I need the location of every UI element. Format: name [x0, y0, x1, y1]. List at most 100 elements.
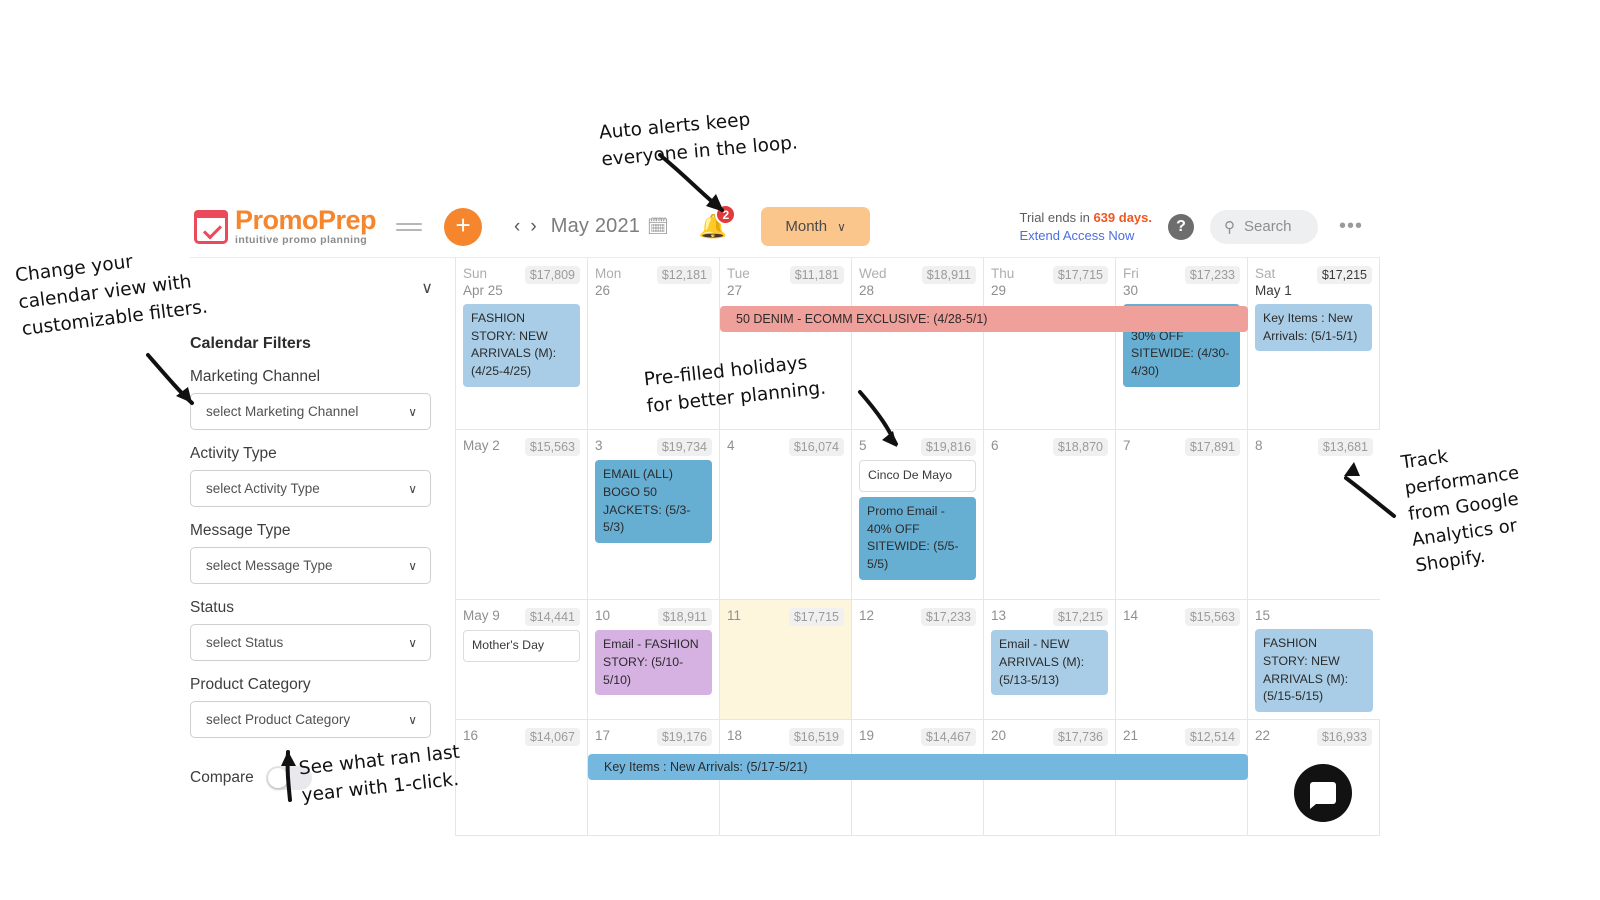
day-label-group: Sat May 1	[1255, 266, 1292, 300]
promo-event[interactable]: Promo Email - 40% OFF SITEWIDE: (5/5-5/5…	[859, 496, 976, 581]
day-header: Thu 29 $17,715	[991, 266, 1108, 300]
day-revenue-amount: $17,891	[1184, 438, 1240, 456]
search-input[interactable]: ⚲ Search	[1210, 209, 1318, 244]
promo-event[interactable]: FASHION STORY: NEW ARRIVALS (M): (4/25-4…	[463, 303, 580, 388]
holiday-event[interactable]: Cinco De Mayo	[859, 460, 976, 492]
calendar-day-cell[interactable]: 12 $17,233	[852, 600, 984, 719]
day-number: Apr 25	[463, 282, 503, 298]
day-label-group: Sun Apr 25	[463, 266, 503, 300]
day-revenue-amount: $18,870	[1052, 438, 1108, 456]
day-header: Fri 30 $17,233	[1123, 266, 1240, 300]
calendar-day-cell[interactable]: 4 $16,074	[720, 430, 852, 599]
status-select[interactable]: select Status ∨	[190, 624, 431, 661]
day-header: 22 $16,933	[1255, 728, 1372, 746]
activity-type-select[interactable]: select Activity Type ∨	[190, 470, 431, 507]
day-label-group: 22	[1255, 728, 1270, 745]
select-value: select Marketing Channel	[206, 404, 359, 419]
calendar-day-cell[interactable]: Fri30$17,233Promo Email - 30% OFF SITEWI…	[1116, 258, 1248, 429]
prev-month-icon[interactable]: ‹	[514, 216, 520, 238]
calendar-day-cell[interactable]: 13 $17,215 Email - NEW ARRIVALS (M): (5/13…	[984, 600, 1116, 719]
day-revenue-amount: $15,563	[1184, 608, 1240, 626]
hamburger-line	[396, 228, 423, 231]
day-revenue-amount: $19,734	[656, 438, 712, 456]
hamburger-line	[396, 222, 423, 225]
day-revenue-amount: $12,181	[656, 266, 712, 284]
calendar-day-cell[interactable]: 6 $18,870	[984, 430, 1116, 599]
marketing-channel-select[interactable]: select Marketing Channel ∨	[190, 393, 431, 430]
day-label-group: 17	[595, 728, 610, 745]
day-revenue-amount: $17,233	[920, 608, 976, 626]
promo-event[interactable]: Email - FASHION STORY: (5/10-5/10)	[595, 630, 712, 696]
calendar-day-cell[interactable]: 3 $19,734 EMAIL (ALL) BOGO 50 JACKETS: (5/…	[588, 430, 720, 599]
day-label-group: 19	[859, 728, 874, 745]
promo-event[interactable]: EMAIL (ALL) BOGO 50 JACKETS: (5/3-5/3)	[595, 460, 712, 544]
promo-event[interactable]: Email - NEW ARRIVALS (M): (5/13-5/13)	[991, 630, 1108, 696]
select-value: select Status	[206, 635, 284, 650]
select-value: select Message Type	[206, 558, 333, 573]
next-month-icon[interactable]: ›	[530, 216, 536, 238]
holiday-event[interactable]: Mother's Day	[463, 630, 580, 662]
calendar-day-cell[interactable]: 5 $19,816 Cinco De Mayo Promo Email - 40% O…	[852, 430, 984, 599]
day-label-group: 21	[1123, 728, 1138, 745]
calendar-day-cell[interactable]: May 9 $14,441 Mother's Day	[456, 600, 588, 719]
notifications-button[interactable]: 🔔 2	[699, 204, 737, 240]
more-options-icon[interactable]: •••	[1334, 210, 1368, 244]
collapse-sidebar-icon[interactable]: ∨	[421, 278, 433, 298]
filters-title: Calendar Filters	[190, 335, 311, 352]
calendar-picker-icon[interactable]: 🗓	[647, 217, 669, 237]
day-header: 15	[1255, 608, 1373, 625]
calendar-day-cell[interactable]: 11 $17,715	[720, 600, 852, 719]
calendar-day-cell[interactable]: May 2 $15,563	[456, 430, 588, 599]
day-revenue-amount: $17,715	[788, 608, 844, 626]
multi-day-promo-bar[interactable]: Key Items : New Arrivals: (5/17-5/21)	[588, 754, 1248, 780]
calendar-day-cell[interactable]: Thu 29 $17,715	[984, 258, 1116, 429]
day-revenue-amount: $16,519	[788, 728, 844, 746]
calendar-day-cell[interactable]: 7 $17,891	[1116, 430, 1248, 599]
calendar-day-cell[interactable]: 14 $15,563	[1116, 600, 1248, 719]
day-header: 8 $13,681	[1255, 438, 1373, 456]
day-label-group: Thu 29	[991, 266, 1014, 300]
calendar-day-cell[interactable]: 15 FASHION STORY: NEW ARRIVALS (M): (5/15…	[1248, 600, 1380, 719]
filter-label: Message Type	[190, 522, 291, 539]
filter-field-message-type: Message Type select Message Type ∨	[190, 522, 455, 584]
product-category-select[interactable]: select Product Category ∨	[190, 701, 431, 738]
promo-event[interactable]: FASHION STORY: NEW ARRIVALS (M): (5/15-5…	[1255, 628, 1373, 713]
calendar-day-cell[interactable]: 16 $14,067	[456, 720, 588, 835]
annotation-alerts: Auto alerts keep everyone in the loop.	[598, 109, 799, 171]
calendar-day-cell[interactable]: Sun Apr 25 $17,809 FASHION STORY: NEW ARRIV…	[456, 258, 588, 429]
message-type-select[interactable]: select Message Type ∨	[190, 547, 431, 584]
day-number: 6	[991, 438, 999, 453]
day-header: 3 $19,734	[595, 438, 712, 456]
chat-bubble-icon[interactable]	[1294, 764, 1352, 822]
day-number: 16	[463, 728, 479, 743]
day-revenue-amount: $17,215	[1316, 266, 1372, 284]
help-icon[interactable]: ?	[1168, 213, 1194, 240]
extend-access-link[interactable]: Extend Access Now	[1020, 227, 1152, 245]
day-number: 4	[727, 438, 735, 453]
calendar-day-cell[interactable]: Wed 28 $18,911	[852, 258, 984, 429]
hamburger-menu-icon[interactable]	[396, 222, 423, 231]
calendar-day-cell[interactable]: 8 $13,681	[1248, 430, 1380, 599]
calendar-week: May 9 $14,441 Mother's Day 10 $18,911 Email -…	[456, 600, 1380, 720]
calendar-day-cell[interactable]: 10 $18,911 Email - FASHION STORY: (5/10-5/…	[588, 600, 720, 719]
brand-title: PromoPrep	[235, 205, 377, 236]
day-label-group: 8	[1255, 438, 1263, 455]
view-mode-dropdown[interactable]: Month ∨	[761, 207, 870, 246]
day-header: Sun Apr 25 $17,809	[463, 266, 580, 300]
calendar-day-cell[interactable]: Sat May 1 $17,215 Key Items : New Arrivals:…	[1248, 258, 1380, 429]
promo-event[interactable]: Key Items : New Arrivals: (5/1-5/1)	[1255, 303, 1372, 352]
arrow-to-filters	[146, 353, 194, 405]
multi-day-promo-bar[interactable]: 50 DENIM - ECOMM EXCLUSIVE: (4/28-5/1)	[720, 306, 1248, 332]
day-number: 27	[727, 282, 743, 298]
brand-logo[interactable]: PromoPrep intuitive promo planning	[194, 205, 377, 246]
compare-label: Compare	[190, 769, 254, 786]
day-label-group: 20	[991, 728, 1006, 745]
day-revenue-amount: $19,816	[920, 438, 976, 456]
filter-label: Product Category	[190, 676, 311, 693]
day-header: 13 $17,215	[991, 608, 1108, 626]
add-promo-button[interactable]: +	[444, 207, 483, 246]
day-of-week: Mon	[595, 266, 622, 281]
day-revenue-amount: $19,176	[656, 728, 712, 746]
filter-field-status: Status select Status ∨	[190, 599, 455, 661]
day-label-group: Wed 28	[859, 266, 887, 300]
